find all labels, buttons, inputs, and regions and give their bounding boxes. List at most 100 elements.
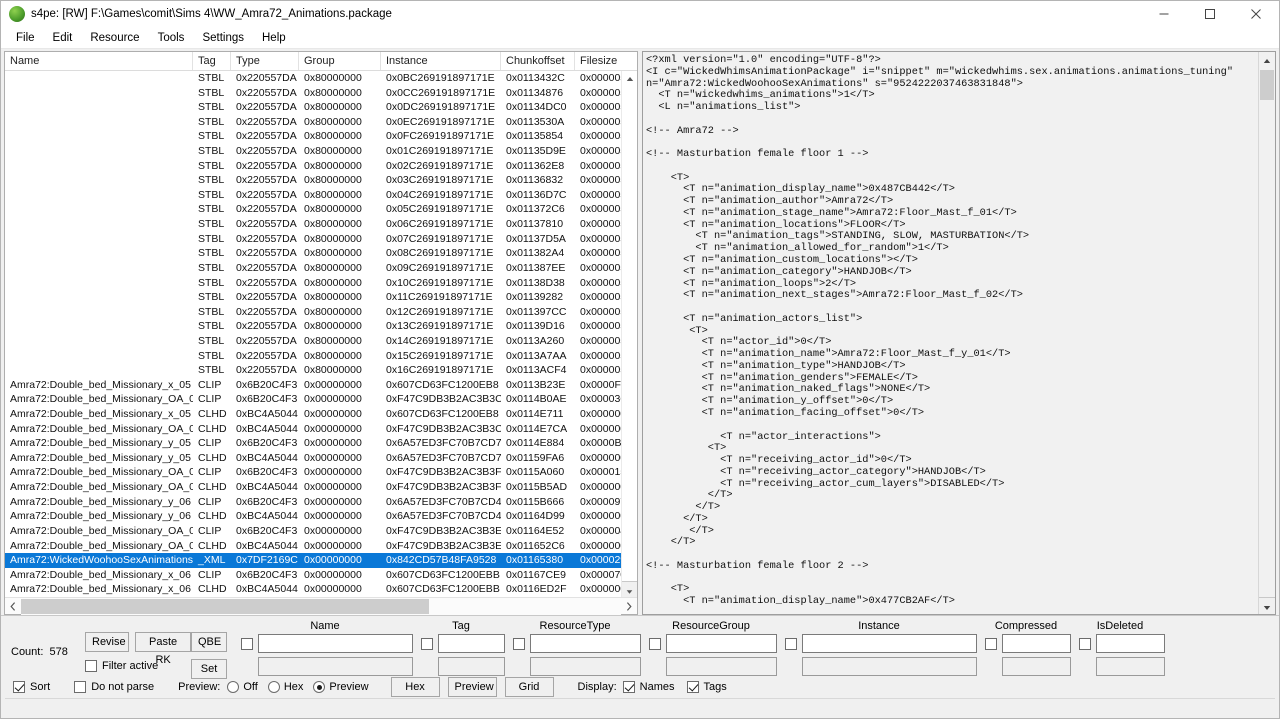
table-row[interactable]: Amra72:Double_bed_Missionary_x_05 CLHD 0xB… — [5, 407, 637, 422]
menu-help[interactable]: Help — [253, 30, 295, 46]
do-not-parse-checkbox[interactable]: Do not parse — [74, 681, 154, 693]
table-row[interactable]: STBL 0x220557DA 0x80000000 0x03C26919189717… — [5, 173, 637, 188]
table-row[interactable]: Amra72:Double_bed_Missionary_x_06 CLHD 0xB… — [5, 582, 637, 597]
grid-button[interactable]: Grid — [504, 677, 554, 697]
table-row[interactable]: STBL 0x220557DA 0x80000000 0x01C26919189717… — [5, 144, 637, 159]
scroll-left-icon[interactable] — [5, 598, 21, 615]
column-header-group[interactable]: Group — [299, 52, 381, 70]
hscroll-track[interactable] — [21, 597, 621, 615]
list-vertical-scrollbar[interactable] — [621, 71, 637, 597]
menu-tools[interactable]: Tools — [149, 30, 194, 46]
table-row[interactable]: STBL 0x220557DA 0x80000000 0x12C26919189717… — [5, 305, 637, 320]
table-row[interactable]: STBL 0x220557DA 0x80000000 0x0DC26919189717… — [5, 100, 637, 115]
xml-text-area[interactable]: <?xml version="1.0" encoding="UTF-8"?> <… — [643, 52, 1258, 614]
preview-radio-off[interactable]: Off — [227, 681, 258, 693]
table-row[interactable]: STBL 0x220557DA 0x80000000 0x10C26919189717… — [5, 276, 637, 291]
xml-scroll-up-icon[interactable] — [1259, 52, 1275, 69]
filter-enable-tag[interactable] — [421, 638, 433, 650]
preview-radio-preview[interactable]: Preview — [313, 681, 369, 693]
scroll-right-icon[interactable] — [621, 598, 637, 615]
maximize-button[interactable] — [1187, 1, 1233, 27]
filter-value-instance[interactable] — [802, 657, 977, 676]
table-row[interactable]: STBL 0x220557DA 0x80000000 0x11C26919189717… — [5, 290, 637, 305]
filter-input-tag[interactable] — [438, 634, 505, 653]
sort-checkbox[interactable]: Sort — [13, 681, 50, 693]
hscroll-thumb[interactable] — [21, 598, 429, 614]
filter-input-isdeleted[interactable] — [1096, 634, 1165, 653]
paste-rk-button[interactable]: Paste RK — [135, 632, 191, 666]
table-row[interactable]: Amra72:Double_bed_Missionary_OA_06 CLHD 0x… — [5, 480, 637, 495]
column-header-chunkoffset[interactable]: Chunkoffset — [501, 52, 575, 70]
table-row[interactable]: STBL 0x220557DA 0x80000000 0x16C26919189717… — [5, 363, 637, 378]
table-row[interactable]: STBL 0x220557DA 0x80000000 0x0BC26919189717… — [5, 71, 637, 86]
table-row[interactable]: STBL 0x220557DA 0x80000000 0x05C26919189717… — [5, 202, 637, 217]
filter-input-instance[interactable] — [802, 634, 977, 653]
filter-enable-name[interactable] — [241, 638, 253, 650]
xml-content[interactable]: <?xml version="1.0" encoding="UTF-8"?> <… — [643, 52, 1258, 608]
table-row[interactable]: STBL 0x220557DA 0x80000000 0x15C26919189717… — [5, 349, 637, 364]
filter-value-resourcegroup[interactable] — [666, 657, 777, 676]
xml-vertical-scrollbar[interactable] — [1258, 52, 1275, 614]
display-tags-box[interactable] — [686, 681, 699, 693]
filter-input-compressed[interactable] — [1002, 634, 1071, 653]
set-button[interactable]: Set — [191, 659, 227, 679]
display-names-checkbox[interactable]: Names — [622, 681, 675, 693]
scroll-up-icon[interactable] — [622, 71, 637, 87]
filter-value-compressed[interactable] — [1002, 657, 1071, 676]
table-row[interactable]: STBL 0x220557DA 0x80000000 0x02C26919189717… — [5, 159, 637, 174]
filter-enable-resourcegroup[interactable] — [649, 638, 661, 650]
qbe-button[interactable]: QBE — [191, 632, 227, 652]
display-tags-checkbox[interactable]: Tags — [686, 681, 727, 693]
filter-enable-resourcetype[interactable] — [513, 638, 525, 650]
filter-input-name[interactable] — [258, 634, 413, 653]
close-button[interactable] — [1233, 1, 1279, 27]
menu-settings[interactable]: Settings — [193, 30, 253, 46]
table-row[interactable]: STBL 0x220557DA 0x80000000 0x04C26919189717… — [5, 188, 637, 203]
filter-enable-isdeleted[interactable] — [1079, 638, 1091, 650]
column-header-instance[interactable]: Instance — [381, 52, 501, 70]
radio-off-icon[interactable] — [227, 681, 240, 693]
do-not-parse-box[interactable] — [74, 681, 87, 693]
resource-list-body[interactable]: STBL 0x220557DA 0x80000000 0x0BC26919189717… — [5, 71, 637, 597]
filter-enable-instance[interactable] — [785, 638, 797, 650]
preview-button[interactable]: Preview — [447, 677, 497, 697]
filter-active-box[interactable] — [85, 660, 97, 672]
column-header-type[interactable]: Type — [231, 52, 299, 70]
table-row[interactable]: Amra72:Double_bed_Missionary_OA_05 CLIP 0x… — [5, 392, 637, 407]
display-names-box[interactable] — [622, 681, 635, 693]
hex-button[interactable]: Hex — [390, 677, 440, 697]
table-row[interactable]: Amra72:Double_bed_Missionary_y_06 CLHD 0xB… — [5, 509, 637, 524]
table-row[interactable]: Amra72:Double_bed_Missionary_OA_05 CLHD 0x… — [5, 422, 637, 437]
preview-radio-hex[interactable]: Hex — [267, 681, 303, 693]
column-header-name[interactable]: Name — [5, 52, 193, 70]
table-row[interactable]: Amra72:Double_bed_Missionary_y_05 CLHD 0xB… — [5, 451, 637, 466]
table-row[interactable]: Amra72:Double_bed_Missionary_x_06 CLIP 0x6… — [5, 568, 637, 583]
table-row[interactable]: Amra72:Double_bed_Missionary_y_06 CLIP 0x6… — [5, 495, 637, 510]
table-row[interactable]: STBL 0x220557DA 0x80000000 0x09C26919189717… — [5, 261, 637, 276]
menu-file[interactable]: File — [7, 30, 44, 46]
table-row[interactable]: Amra72:Double_bed_Missionary_x_05 CLIP 0x6… — [5, 378, 637, 393]
filter-input-resourcetype[interactable] — [530, 634, 641, 653]
table-row[interactable]: Amra72:Double_bed_Missionary_y_05 CLIP 0x6… — [5, 436, 637, 451]
table-row[interactable]: Amra72:WickedWoohooSexAnimations _XML 0x7D… — [5, 553, 637, 568]
table-row[interactable]: STBL 0x220557DA 0x80000000 0x14C26919189717… — [5, 334, 637, 349]
table-row[interactable]: STBL 0x220557DA 0x80000000 0x07C26919189717… — [5, 232, 637, 247]
filter-value-isdeleted[interactable] — [1096, 657, 1165, 676]
sort-box[interactable] — [13, 681, 25, 693]
filter-active-checkbox[interactable]: Filter active — [85, 660, 158, 672]
menu-edit[interactable]: Edit — [44, 30, 82, 46]
table-row[interactable]: STBL 0x220557DA 0x80000000 0x0FC26919189717… — [5, 129, 637, 144]
filter-value-resourcetype[interactable] — [530, 657, 641, 676]
menu-resource[interactable]: Resource — [81, 30, 148, 46]
table-row[interactable]: Amra72:Double_bed_Missionary_OA_06 CLIP 0x… — [5, 465, 637, 480]
list-horizontal-scrollbar[interactable] — [5, 597, 637, 615]
column-header-tag[interactable]: Tag — [193, 52, 231, 70]
filter-value-name[interactable] — [258, 657, 413, 676]
radio-preview-icon[interactable] — [313, 681, 326, 693]
table-row[interactable]: Amra72:Double_bed_Missionary_OA_07 CLHD 0x… — [5, 539, 637, 554]
table-row[interactable]: Amra72:Double_bed_Missionary_OA_07 CLIP 0x… — [5, 524, 637, 539]
table-row[interactable]: STBL 0x220557DA 0x80000000 0x13C26919189717… — [5, 319, 637, 334]
scroll-down-icon[interactable] — [622, 581, 637, 597]
filter-input-resourcegroup[interactable] — [666, 634, 777, 653]
table-row[interactable]: STBL 0x220557DA 0x80000000 0x0EC26919189717… — [5, 115, 637, 130]
